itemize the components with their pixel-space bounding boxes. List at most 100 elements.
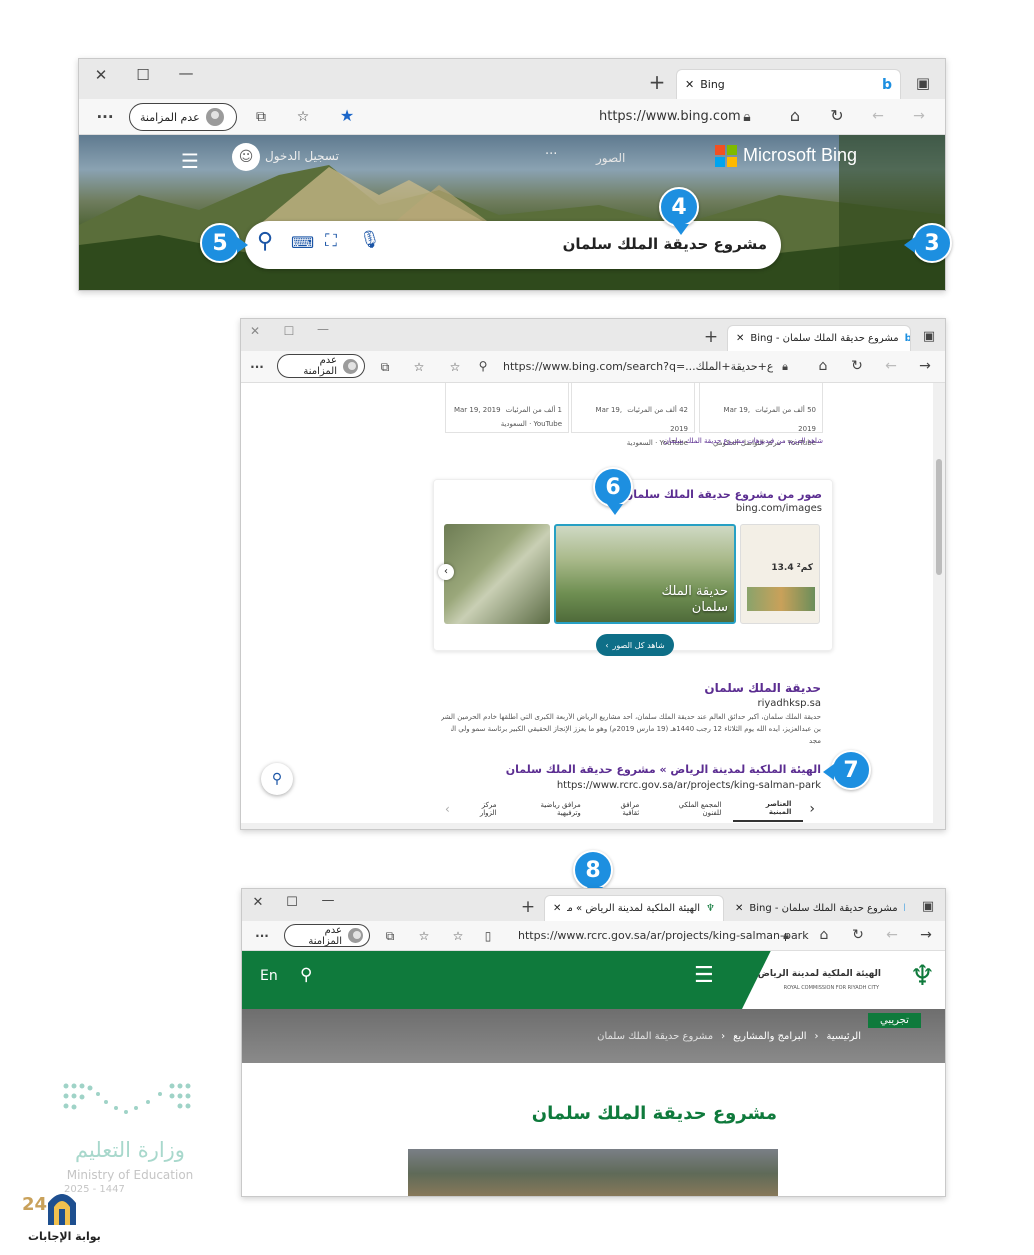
result2-subtabs: ‹ العناصر المبنية المجمع الملكي للفنون م… <box>441 796 821 822</box>
tab-bing-results[interactable]: ✕ مشروع حديقة الملك سلمان - Bing b <box>726 895 906 921</box>
home-icon[interactable]: ⌂ <box>813 356 833 376</box>
profile-sync-button[interactable]: عدم المزامنة <box>277 354 365 378</box>
new-tab-icon[interactable]: + <box>701 327 721 347</box>
close-window-icon[interactable]: ✕ <box>248 893 268 913</box>
image-thumb-infographic[interactable]: 13.4 كم² <box>740 524 820 624</box>
collections-icon[interactable]: ⧉ <box>380 926 400 946</box>
signin-avatar-icon[interactable]: ☺ <box>232 143 260 171</box>
minimize-window-icon[interactable]: — <box>313 319 333 339</box>
hamburger-menu-icon[interactable]: ☰ <box>181 149 199 173</box>
url-field[interactable]: https://www.bing.com/search?q=...مشروع+ح… <box>503 360 773 373</box>
favorites-list-icon[interactable]: ☆ <box>414 926 434 946</box>
floating-search-button[interactable]: ⚲ <box>261 763 293 795</box>
search-icon[interactable]: ⚲ <box>257 229 273 254</box>
image-thumb-park-render[interactable]: حديقة الملك سلمان <box>554 524 736 624</box>
result2-title-link[interactable]: الهيئة الملكية لمدينة الرياض » مشروع حدي… <box>506 763 821 776</box>
carousel-prev-icon[interactable]: ‹ <box>438 564 454 580</box>
add-favorite-icon[interactable]: ☆ <box>445 357 465 377</box>
refresh-icon[interactable]: ↻ <box>848 925 868 945</box>
new-tab-icon[interactable]: + <box>647 72 667 92</box>
home-icon[interactable]: ⌂ <box>814 925 834 945</box>
back-icon[interactable]: ← <box>882 925 902 945</box>
refresh-icon[interactable]: ↻ <box>847 356 867 376</box>
chevron-left-icon[interactable]: ‹ <box>803 801 821 817</box>
minimize-window-icon[interactable]: — <box>176 63 196 83</box>
chevron-right-icon[interactable]: › <box>441 802 454 816</box>
subtab-arts-complex[interactable]: المجمع الملكي للفنون <box>651 797 733 821</box>
video-card[interactable]: 1 ألف من المرئيات Mar 19, 2019 YouTube ·… <box>445 383 569 433</box>
result1-url[interactable]: riyadhksp.sa <box>758 698 822 709</box>
breadcrumb-programs[interactable]: البرامج والمشاريع <box>733 1031 806 1042</box>
minimize-window-icon[interactable]: — <box>318 891 338 911</box>
subtab-sports[interactable]: مرافق رياضية وترفيهية <box>509 797 593 821</box>
vertical-scrollbar[interactable] <box>933 383 945 823</box>
search-query-text[interactable]: مشروع حديقة الملك سلمان <box>563 235 767 253</box>
close-tab-icon[interactable]: ✕ <box>685 78 694 91</box>
image-thumb-aerial[interactable] <box>444 524 550 624</box>
result1-more[interactable]: مجد <box>809 737 821 745</box>
breadcrumb-home[interactable]: الرئيسية <box>827 1031 861 1042</box>
tab-bing-results[interactable]: ✕ مشروع حديقة الملك سلمان - Bing b <box>727 325 911 351</box>
profile-sync-button[interactable]: عدم المزامنة <box>284 924 370 947</box>
more-menu-icon[interactable]: ··· <box>252 926 272 946</box>
more-menu-icon[interactable]: ··· <box>247 357 267 377</box>
video-card[interactable]: 42 ألف من المرئيات Mar 19, 2019 YouTube … <box>571 383 695 447</box>
forward-icon[interactable]: → <box>916 925 936 945</box>
close-tab-icon[interactable]: ✕ <box>736 333 744 344</box>
add-favorite-icon[interactable]: ☆ <box>448 926 468 946</box>
visual-search-icon[interactable]: ⛶ <box>325 231 337 251</box>
refresh-icon[interactable]: ↻ <box>827 106 847 126</box>
tab-actions-icon[interactable]: ▣ <box>919 327 939 347</box>
nav-more[interactable]: ··· <box>545 147 557 162</box>
back-icon[interactable]: ← <box>868 106 888 126</box>
favorites-list-icon[interactable]: ☆ <box>293 107 313 127</box>
keyboard-icon[interactable]: ⌨ <box>291 233 314 252</box>
home-icon[interactable]: ⌂ <box>785 106 805 126</box>
favorites-list-icon[interactable]: ☆ <box>409 357 429 377</box>
nav-images-link[interactable]: الصور <box>596 151 625 165</box>
collections-icon[interactable]: ⧉ <box>251 107 271 127</box>
result1-title-link[interactable]: حديقة الملك سلمان <box>704 681 821 695</box>
search-in-page-icon[interactable]: ⚲ <box>473 356 493 376</box>
bing-search-box[interactable]: ⚲ ⌨ ⛶ 🎙︎ مشروع حديقة الملك سلمان <box>245 221 781 269</box>
close-window-icon[interactable]: ✕ <box>91 65 111 85</box>
scrollbar-thumb[interactable] <box>936 459 942 575</box>
videos-more-link[interactable]: شاهد المزيد من فيديوهات مشروع حديقة المل… <box>664 437 823 445</box>
collections-icon[interactable]: ⧉ <box>375 357 395 377</box>
subtab-cultural[interactable]: مرافق ثقافية <box>593 797 651 821</box>
result2-url[interactable]: https://www.rcrc.gov.sa/ar/projects/king… <box>557 780 821 791</box>
tab-actions-icon[interactable]: ▣ <box>918 897 938 917</box>
forward-icon[interactable]: → <box>909 106 929 126</box>
close-tab-icon[interactable]: ✕ <box>553 903 561 914</box>
menu-icon[interactable]: ☰ <box>694 963 714 988</box>
signin-link[interactable]: تسجيل الدخول <box>265 149 339 163</box>
close-window-icon[interactable]: ✕ <box>245 321 265 341</box>
search-icon[interactable]: ⚲ <box>300 965 312 985</box>
maximize-window-icon[interactable]: ☐ <box>282 893 302 913</box>
url-field[interactable]: https://www.bing.com <box>599 109 741 124</box>
close-tab-icon[interactable]: ✕ <box>735 903 743 914</box>
video-card[interactable]: 50 ألف من المرئيات Mar 19, 2019 YouTube … <box>699 383 823 447</box>
url-field[interactable]: https://www.rcrc.gov.sa/ar/projects/king… <box>518 929 809 942</box>
subtab-built-elements[interactable]: العناصر المبنية <box>733 796 804 822</box>
images-see-all-button[interactable]: شاهد كل الصور › <box>596 634 674 656</box>
tab-actions-icon[interactable]: ▣ <box>913 73 933 93</box>
back-icon[interactable]: ← <box>881 356 901 376</box>
microphone-icon[interactable]: 🎙︎ <box>359 230 381 250</box>
lock-icon: 🔒︎ <box>782 360 788 373</box>
new-tab-icon[interactable]: + <box>518 897 538 917</box>
add-favorite-star-icon[interactable]: ★ <box>337 106 357 126</box>
profile-sync-button[interactable]: عدم المزامنة <box>129 103 237 131</box>
images-title-link[interactable]: صور من مشروع حديقة الملك سلمان <box>624 488 822 501</box>
subtab-visitors[interactable]: مركز الزوار <box>454 797 509 821</box>
forward-icon[interactable]: → <box>915 356 935 376</box>
maximize-window-icon[interactable]: ☐ <box>133 65 153 85</box>
more-menu-icon[interactable]: ··· <box>95 107 115 127</box>
tab-bing[interactable]: ✕ Bing b <box>676 69 901 99</box>
language-switch[interactable]: En <box>260 968 278 984</box>
maximize-window-icon[interactable]: ☐ <box>279 321 299 341</box>
horizontal-scrollbar[interactable] <box>241 823 945 829</box>
reading-view-icon[interactable]: ▯ <box>478 926 498 946</box>
tab-rcrc[interactable]: ✕ الهيئة الملكية لمدينة الرياض » مشروع ♆ <box>544 895 724 921</box>
video-source: YouTube · السعودية <box>500 420 562 428</box>
